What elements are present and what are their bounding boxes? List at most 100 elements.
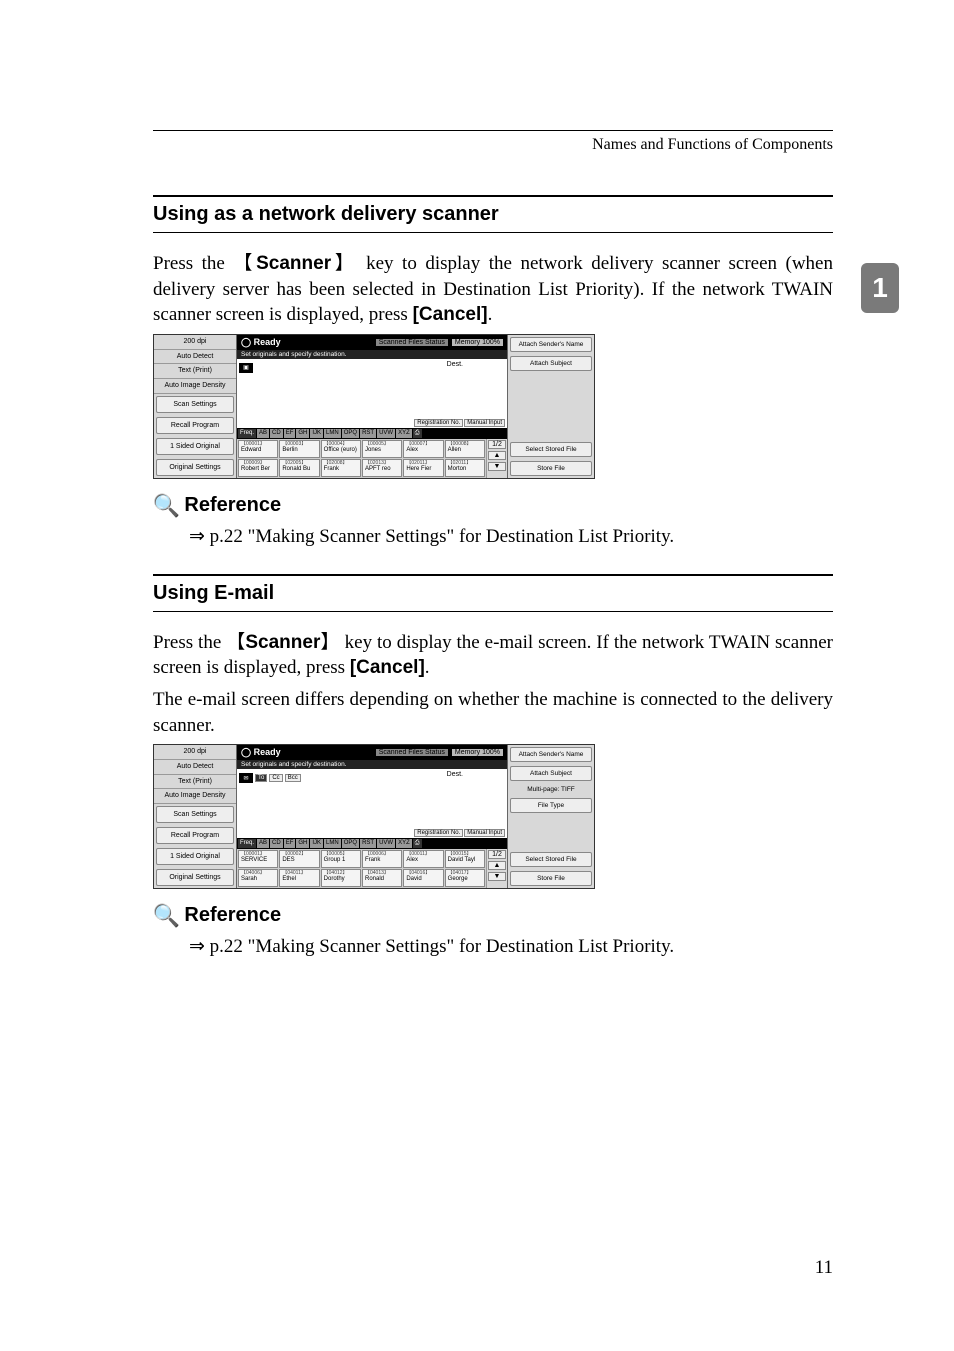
original-settings-button[interactable]: Original Settings [156,459,234,476]
alpha-tabs: Freq. AB CD EF GH IJK LMN OPQ RST UVW XY… [237,428,507,439]
tab-gh[interactable]: GH [296,429,309,438]
tab-xyz[interactable]: XYZ [396,429,412,438]
panel-mid: ◯ Ready Scanned Files Status Memory 100%… [237,745,507,888]
scanned-files-status[interactable]: Scanned Files Status [376,339,448,346]
section-rule [153,574,833,576]
instruction-bar: Set originals and specify destination. [237,350,507,359]
reference-text: ⇒ p.22 "Making Scanner Settings" for Des… [189,525,833,548]
scanned-files-status[interactable]: Scanned Files Status [376,749,448,756]
magnifier-icon: 🔎 [153,903,180,929]
tab-xyz[interactable]: XYZ [396,839,412,848]
registration-no-button[interactable]: Registration No. [414,419,463,427]
addr-cell[interactable]: 【00007】Alex [403,440,443,458]
addr-cell[interactable]: 【00015】David Tayl [445,850,485,868]
addr-cell[interactable]: 【02011】Morton [445,459,485,477]
attach-subject-button[interactable]: Attach Subject [510,766,592,781]
addr-cell[interactable]: 【00005】Jones [362,440,402,458]
tab-cd[interactable]: CD [270,839,283,848]
section-title-delivery: Using as a network delivery scanner [153,199,833,233]
registration-no-button[interactable]: Registration No. [414,829,463,837]
recall-program-button[interactable]: Recall Program [156,417,234,434]
tab-ab[interactable]: AB [257,839,269,848]
select-stored-file-button[interactable]: Select Stored File [510,442,592,457]
reference-label: Reference [184,494,281,517]
addr-cell[interactable]: 【02011】Here Fier [403,459,443,477]
file-type-header: Multi-page: TIFF [510,785,592,794]
recall-program-button[interactable]: Recall Program [156,827,234,844]
tab-switch-icon[interactable]: ⎙ [413,839,422,848]
tab-rst[interactable]: RST [360,839,376,848]
section-title-email: Using E-mail [153,578,833,612]
tab-switch-icon[interactable]: ⎙ [413,429,422,438]
addr-cell[interactable]: 【00011】Alex [403,850,443,868]
page-count: 1/2 [488,440,506,449]
page-down-button[interactable]: ▼ [488,872,506,881]
tab-freq[interactable]: Freq. [238,429,256,438]
page-up-button[interactable]: ▲ [488,861,506,870]
one-sided-button[interactable]: 1 Sided Original [156,438,234,455]
store-file-button[interactable]: Store File [510,871,592,886]
panel-right-column: Attach Sender's Name Attach Subject Sele… [507,335,594,478]
addr-cell[interactable]: 【00005】Group 1 [321,850,361,868]
scan-settings-button[interactable]: Scan Settings [156,396,234,413]
tab-opq[interactable]: OPQ [342,839,359,848]
addr-cell[interactable]: 【02013】APFT reo [362,459,402,477]
manual-input-button[interactable]: Manual Input [464,419,505,427]
addr-cell[interactable]: 【04011】Ethel [279,869,319,887]
tab-freq[interactable]: Freq. [238,839,256,848]
addr-cell[interactable]: 【04006】Sarah [238,869,278,887]
tab-ab[interactable]: AB [257,429,269,438]
detect-label: Auto Detect [154,350,236,365]
file-type-button[interactable]: File Type [510,798,592,813]
ready-bar: ◯ Ready Scanned Files Status Memory 100% [237,745,507,760]
dest-label: Dest. [447,771,463,778]
reference-block: 🔎 Reference ⇒ p.22 "Making Scanner Setti… [153,903,833,958]
tab-cd[interactable]: CD [270,429,283,438]
panel-right-column: Attach Sender's Name Attach Subject Mult… [507,745,594,888]
addr-cell[interactable]: 【02008】Frank [321,459,361,477]
email-paragraph-1: Press the Scanner key to display the e-m… [153,630,833,681]
addr-cell[interactable]: 【00002】DES [279,850,319,868]
tab-ijk[interactable]: IJK [310,429,323,438]
manual-input-button[interactable]: Manual Input [464,829,505,837]
density-label: Auto Image Density [154,379,236,394]
attach-sender-button[interactable]: Attach Sender's Name [510,337,592,352]
pager: 1/2 ▲ ▼ [486,849,507,888]
scan-settings-button[interactable]: Scan Settings [156,806,234,823]
select-stored-file-button[interactable]: Select Stored File [510,852,592,867]
tab-ef[interactable]: EF [284,839,296,848]
tab-ef[interactable]: EF [284,429,296,438]
attach-subject-button[interactable]: Attach Subject [510,356,592,371]
addr-cell[interactable]: 【00009】Robert Ber [238,459,278,477]
store-file-button[interactable]: Store File [510,461,592,476]
addr-cell[interactable]: 【04012】Dorothy [321,869,361,887]
addr-cell[interactable]: 【00004】Office (euro) [321,440,361,458]
ready-indicator: ◯ Ready [241,337,281,348]
addr-cell[interactable]: 【00001】SERVICE [238,850,278,868]
addr-cell[interactable]: 【04016】David [403,869,443,887]
addr-cell[interactable]: 【00003】Berlin [279,440,319,458]
tab-uvw[interactable]: UVW [377,429,395,438]
page-down-button[interactable]: ▼ [488,462,506,471]
attach-sender-button[interactable]: Attach Sender's Name [510,747,592,762]
addr-cell[interactable]: 【00006】Frank [362,850,402,868]
addr-cell[interactable]: 【00008】Allen [445,440,485,458]
tab-rst[interactable]: RST [360,429,376,438]
page-up-button[interactable]: ▲ [488,451,506,460]
tab-lmn[interactable]: LMN [324,839,341,848]
one-sided-button[interactable]: 1 Sided Original [156,848,234,865]
res-label: 200 dpi [154,745,236,760]
tab-uvw[interactable]: UVW [377,839,395,848]
tab-ijk[interactable]: IJK [310,839,323,848]
addr-cell[interactable]: 【04017】George [445,869,485,887]
addr-cell[interactable]: 【04013】Ronald [362,869,402,887]
addr-cell[interactable]: 【02005】Ronald Bu [279,459,319,477]
tab-gh[interactable]: GH [296,839,309,848]
to-button[interactable]: To [255,774,267,782]
bcc-button[interactable]: Bcc [285,774,301,782]
original-settings-button[interactable]: Original Settings [156,869,234,886]
tab-lmn[interactable]: LMN [324,429,341,438]
addr-cell[interactable]: 【00001】Edward [238,440,278,458]
tab-opq[interactable]: OPQ [342,429,359,438]
cc-button[interactable]: Cc [269,774,282,782]
